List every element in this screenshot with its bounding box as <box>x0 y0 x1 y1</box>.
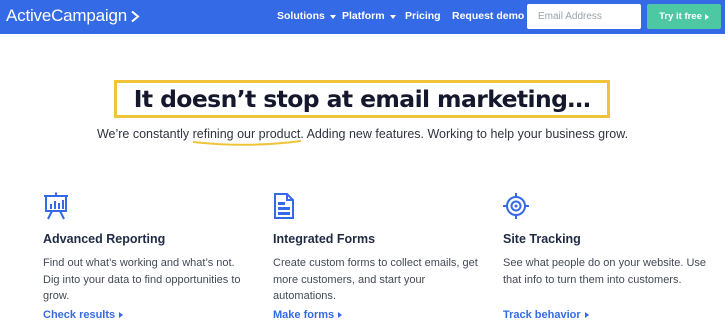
nav-item-label: Pricing <box>405 10 441 22</box>
arrow-right-icon <box>119 312 124 318</box>
logo[interactable]: ActiveCampaign <box>6 6 140 26</box>
top-navbar: ActiveCampaign Solutions Platform Pricin… <box>0 0 725 34</box>
feature-description: Create custom forms to collect emails, g… <box>273 257 478 302</box>
crosshair-target-icon <box>503 193 529 219</box>
nav-item-solutions[interactable]: Solutions <box>277 10 336 22</box>
feature-description: See what people do on your website. Use … <box>503 257 707 286</box>
try-it-free-label: Try it free <box>659 11 702 22</box>
feature-advanced-reporting: Advanced Reporting Find out what’s worki… <box>43 192 253 305</box>
presentation-chart-icon <box>44 192 68 220</box>
link-label: Check results <box>43 309 116 321</box>
logo-text: ActiveCampaign <box>6 6 127 25</box>
arrow-right-icon <box>704 13 709 20</box>
make-forms-link[interactable]: Make forms <box>273 309 343 321</box>
try-it-free-button[interactable]: Try it free <box>647 4 721 29</box>
page-headline: It doesn’t stop at email marketing… <box>133 85 591 113</box>
nav-item-label: Request demo <box>452 10 525 22</box>
feature-title: Advanced Reporting <box>43 232 166 246</box>
email-address-input[interactable] <box>527 4 641 29</box>
nav-item-label: Solutions <box>277 10 325 22</box>
nav-item-platform[interactable]: Platform <box>342 10 396 22</box>
hero-subtitle: We’re constantly refining our product. A… <box>0 127 725 146</box>
track-behavior-link[interactable]: Track behavior <box>503 309 589 321</box>
feature-site-tracking: Site Tracking See what people do on your… <box>503 192 713 288</box>
form-document-icon <box>274 193 294 219</box>
feature-description: Find out what’s working and what’s not. … <box>43 257 241 302</box>
subtitle-text-end: . Adding new features. Working to help y… <box>300 127 629 141</box>
nav-item-pricing[interactable]: Pricing <box>405 10 441 22</box>
link-label: Make forms <box>273 309 335 321</box>
yellow-underline-squiggle <box>192 140 301 146</box>
check-results-link[interactable]: Check results <box>43 309 124 321</box>
chevron-down-icon <box>329 14 336 19</box>
arrow-right-icon <box>584 312 589 318</box>
link-label: Track behavior <box>503 309 581 321</box>
chevron-right-icon <box>131 10 140 22</box>
nav-item-label: Platform <box>342 10 385 22</box>
arrow-right-icon <box>338 312 343 318</box>
feature-title: Site Tracking <box>503 232 581 246</box>
nav-item-request-demo[interactable]: Request demo <box>452 10 524 22</box>
headline-highlight-box: It doesn’t stop at email marketing… <box>114 80 610 118</box>
chevron-down-icon <box>389 14 396 19</box>
subtitle-highlight: refining our product <box>192 127 301 146</box>
subtitle-text-start: We’re constantly <box>96 127 193 141</box>
feature-integrated-forms: Integrated Forms Create custom forms to … <box>273 192 483 305</box>
feature-title: Integrated Forms <box>273 232 376 246</box>
